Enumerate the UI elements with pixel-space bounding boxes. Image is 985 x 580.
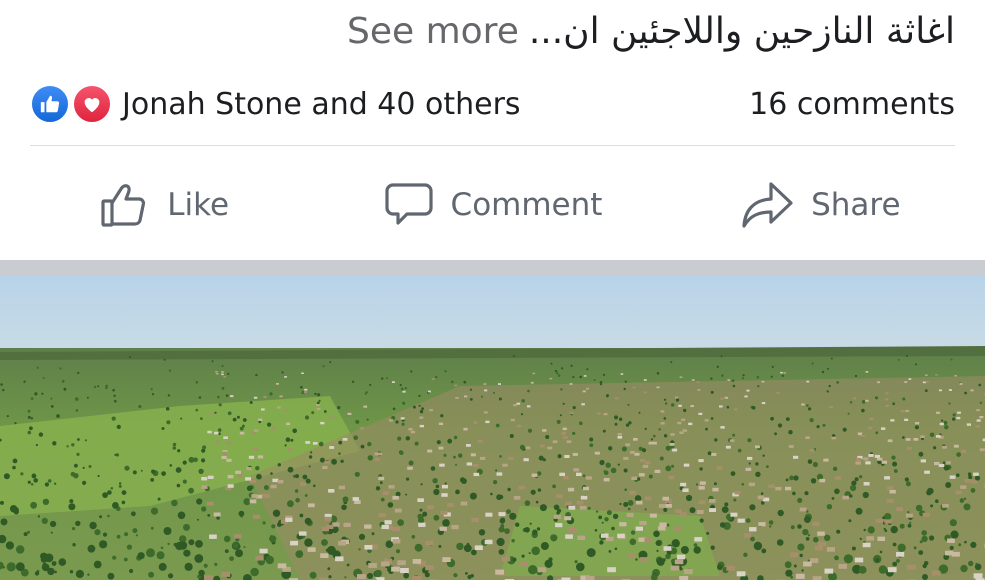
love-reaction-icon (72, 84, 112, 124)
see-more-link[interactable]: See more (347, 11, 519, 52)
post-actions: Like Comment Share (0, 168, 985, 242)
caption-text: اغاثة النازحين واللاجئين ان... (528, 11, 955, 52)
feed-separator (0, 260, 985, 276)
share-arrow-icon (742, 182, 793, 228)
comment-button[interactable]: Comment (328, 168, 656, 242)
divider (30, 145, 955, 146)
comment-bubble-icon (384, 183, 433, 225)
comment-label: Comment (450, 187, 603, 223)
post-caption: See more اغاثة النازحين واللاجئين ان... (0, 8, 955, 56)
reactions-summary[interactable]: Jonah Stone and 40 others (30, 82, 521, 126)
comments-count[interactable]: 16 comments (749, 87, 955, 122)
post-photo[interactable] (0, 276, 985, 580)
thumbs-up-icon (101, 184, 146, 227)
share-label: Share (811, 187, 901, 223)
like-reaction-icon (30, 84, 70, 124)
reaction-icons (30, 82, 114, 126)
like-label: Like (167, 187, 230, 223)
like-button[interactable]: Like (0, 168, 328, 242)
reactions-summary-text: Jonah Stone and 40 others (122, 86, 521, 122)
reactions-summary-row: Jonah Stone and 40 others 16 comments (30, 80, 955, 128)
share-button[interactable]: Share (657, 168, 985, 242)
